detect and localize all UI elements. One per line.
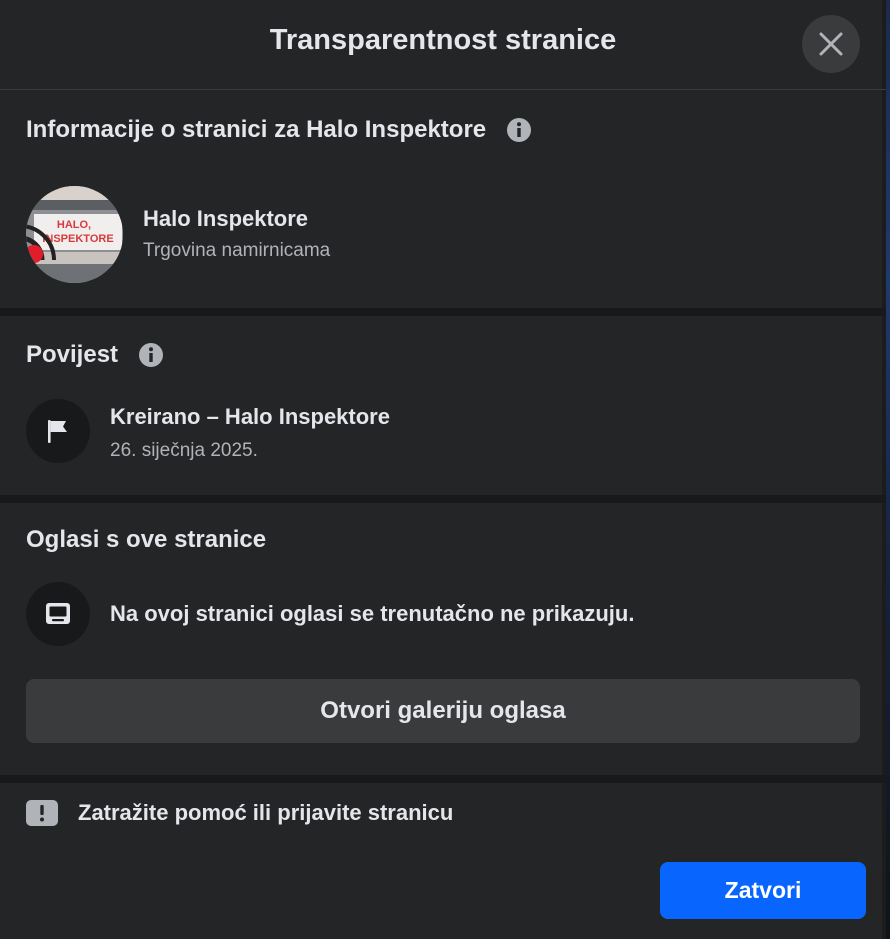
page-name[interactable]: Halo Inspektore [143, 206, 308, 232]
ads-status-icon [26, 582, 90, 646]
ads-status-text: Na ovoj stranici oglasi se trenutačno ne… [110, 601, 635, 626]
info-icon[interactable] [138, 342, 164, 368]
page-info-heading-text: Informacije o stranici za Halo Inspektor… [26, 116, 487, 143]
alert-icon [26, 800, 58, 826]
page-category: Trgovina namirnicama [143, 240, 331, 261]
page-avatar[interactable]: HALO, INSPEKTORE [26, 186, 123, 283]
close-dialog-button[interactable]: Zatvori [660, 862, 866, 919]
section-divider [0, 495, 886, 503]
close-icon [819, 32, 843, 56]
report-page-label: Zatražite pomoć ili prijavite stranicu [78, 800, 454, 825]
svg-text:HALO,: HALO, [57, 219, 91, 231]
history-event-date: 26. siječnja 2025. [110, 440, 258, 461]
history-event-icon [26, 399, 90, 463]
report-page-link[interactable]: Zatražite pomoć ili prijavite stranicu [26, 800, 453, 826]
background-edge [886, 0, 890, 939]
history-heading: Povijest [26, 341, 164, 369]
dialog-title: Transparentnost stranice [269, 24, 617, 56]
svg-text:INSPEKTORE: INSPEKTORE [42, 233, 113, 245]
page-transparency-dialog: Transparentnost stranice Informacije o s… [0, 0, 886, 939]
avatar-image: HALO, INSPEKTORE [26, 186, 123, 283]
section-divider [0, 775, 886, 783]
history-heading-text: Povijest [26, 341, 119, 368]
ads-heading: Oglasi s ove stranice [26, 526, 266, 554]
ad-screen-icon [46, 603, 70, 624]
ads-heading-text: Oglasi s ove stranice [26, 526, 267, 553]
section-divider [0, 308, 886, 316]
open-ad-gallery-button[interactable]: Otvori galeriju oglasa [26, 679, 860, 743]
close-button[interactable] [802, 15, 860, 73]
history-event-title: Kreirano – Halo Inspektore [110, 404, 390, 429]
dialog-header: Transparentnost stranice [0, 0, 886, 90]
flag-icon [48, 420, 67, 443]
info-icon[interactable] [506, 117, 532, 143]
page-info-heading: Informacije o stranici za Halo Inspektor… [26, 116, 532, 144]
